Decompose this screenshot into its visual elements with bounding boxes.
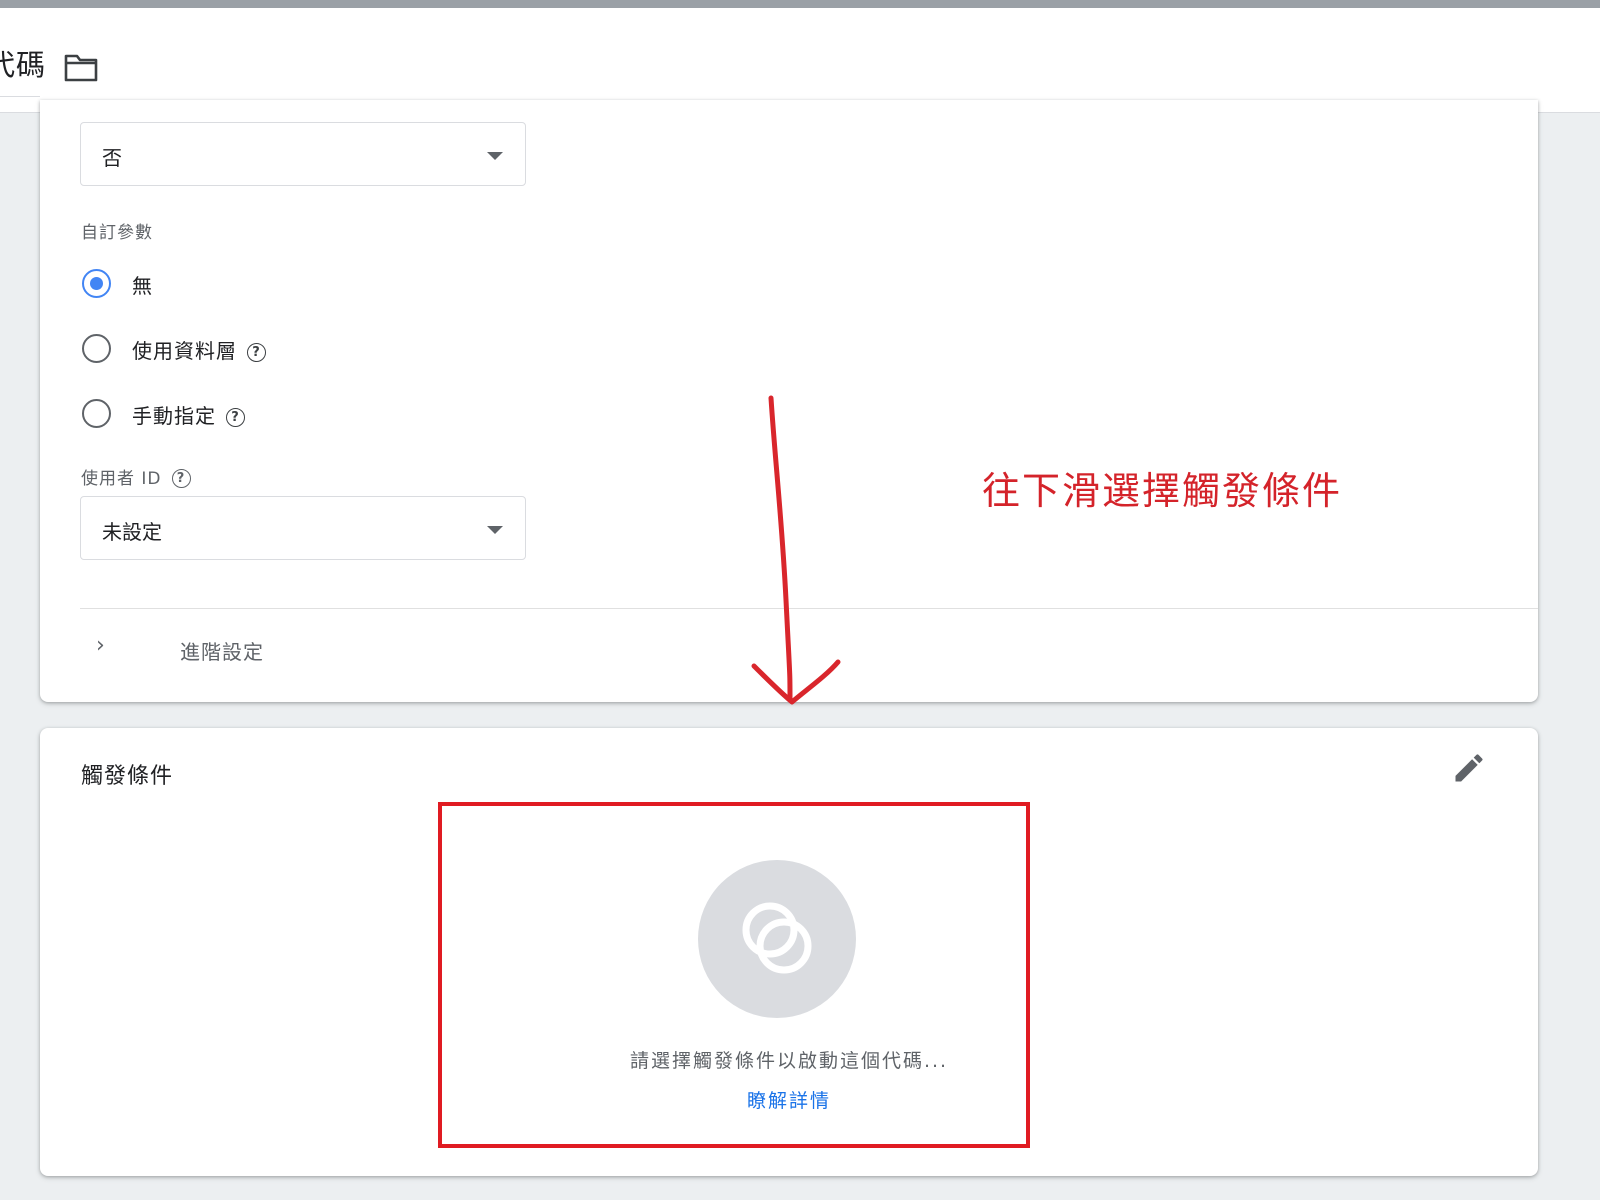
page-title: 代碼 xyxy=(0,48,47,82)
edit-pencil-icon[interactable] xyxy=(1451,750,1487,786)
top-select-value: 否 xyxy=(102,146,122,170)
advanced-settings-label: 進階設定 xyxy=(180,640,264,664)
radio-label-none: 無 xyxy=(132,274,153,298)
radio-button[interactable] xyxy=(82,334,111,363)
section-divider xyxy=(80,608,1538,609)
radio-label-data-layer-text: 使用資料層 xyxy=(132,339,237,363)
radio-label-manual-text: 手動指定 xyxy=(132,404,216,428)
radio-button-checked[interactable] xyxy=(82,269,111,298)
radio-label-data-layer: 使用資料層? xyxy=(132,335,266,364)
user-id-label: 使用者 ID xyxy=(81,469,162,489)
help-icon[interactable]: ? xyxy=(247,343,266,362)
page-header: 代碼 xyxy=(0,8,1600,113)
folder-icon[interactable] xyxy=(64,52,98,82)
user-id-select-dropdown[interactable]: 未設定 xyxy=(80,496,526,560)
chevron-right-icon: › xyxy=(96,633,105,658)
user-id-label-row: 使用者 ID? xyxy=(81,464,191,489)
title-underline xyxy=(0,96,40,97)
tag-configuration-card: 否 自訂參數 無 使用資料層? 手動指定? 使用者 ID? 未設定 › 進階設定 xyxy=(40,100,1538,702)
learn-more-link[interactable]: 瞭解詳情 xyxy=(40,1086,1538,1113)
radio-label-manual: 手動指定? xyxy=(132,400,245,429)
window-top-bar xyxy=(0,0,1600,8)
trigger-empty-text: 請選擇觸發條件以啟動這個代碼... xyxy=(629,1050,949,1072)
top-select-dropdown[interactable]: 否 xyxy=(80,122,526,186)
add-trigger-button[interactable] xyxy=(698,860,856,1018)
help-icon[interactable]: ? xyxy=(171,469,191,488)
triggering-title: 觸發條件 xyxy=(81,764,174,789)
user-id-select-value: 未設定 xyxy=(102,520,162,544)
chevron-down-icon xyxy=(487,526,503,534)
chevron-down-icon xyxy=(487,152,503,160)
trigger-icon xyxy=(742,902,812,974)
custom-params-label: 自訂參數 xyxy=(81,223,153,243)
help-icon[interactable]: ? xyxy=(226,408,245,427)
radio-button[interactable] xyxy=(82,399,111,428)
annotation-text: 往下滑選擇觸發條件 xyxy=(982,469,1343,513)
triggering-card: 觸發條件 請選擇觸發條件以啟動這個代碼... 瞭解詳情 xyxy=(40,728,1538,1176)
